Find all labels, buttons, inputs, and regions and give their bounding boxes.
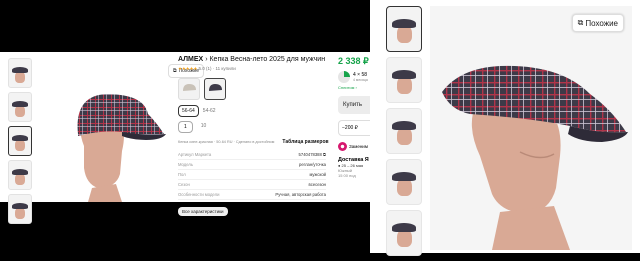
split-payment[interactable]: 4 × 58 4 месяца xyxy=(338,71,370,83)
spec-row: Сезон всесезон xyxy=(178,180,326,190)
spec-row: Особенности модели Ручная, авторская рабо… xyxy=(178,190,326,200)
quantity-option-1[interactable]: 1 xyxy=(178,121,193,133)
brand-link[interactable]: АЛМЕХ xyxy=(178,56,203,63)
color-swatches xyxy=(178,78,338,100)
size-table-link[interactable]: Таблица размеров xyxy=(282,139,328,145)
replace-icon xyxy=(338,142,347,151)
buy-column: 2 338 ₽ 4 × 58 4 месяца Сплитом › Купить… xyxy=(338,56,370,178)
split-pie-icon xyxy=(338,71,350,83)
price: 2 338 ₽ xyxy=(338,56,369,66)
color-swatch-2[interactable] xyxy=(204,78,226,100)
thumbnail-4[interactable] xyxy=(8,160,32,190)
gallery-thumbnail-2[interactable] xyxy=(386,57,422,103)
split-term: 4 месяца xyxy=(353,78,368,82)
gallery-thumbnail-strip xyxy=(386,6,422,261)
quantity-option-2[interactable]: 10 xyxy=(199,121,209,133)
variant-note: Кепка сине-красная · 50-64 RU · Сделано … xyxy=(178,140,275,144)
rating-text: 5.0 (1) · 11 купили xyxy=(198,66,236,71)
image-search-icon: ⧉ xyxy=(173,68,177,74)
spec-row: Пол мужской xyxy=(178,170,326,180)
thumbnail-5[interactable] xyxy=(8,194,32,224)
gallery-main-photo[interactable]: ⧉ Похожие xyxy=(430,6,632,250)
split-link[interactable]: Сплитом › xyxy=(338,85,370,90)
color-swatch-1[interactable] xyxy=(178,78,200,100)
star-icon: ★★★★★ xyxy=(178,66,198,71)
spec-row: Артикул Маркета 5740478388 ⧉ xyxy=(178,150,326,160)
thumbnail-3[interactable] xyxy=(8,126,32,156)
delivery-pickup: 15 00 под xyxy=(338,173,356,178)
main-product-photo[interactable]: ⧉ Похожие xyxy=(36,56,204,202)
replace-label: Заменим xyxy=(349,144,368,149)
product-title: АЛМЕХ › Кепка Весна-лето 2025 для мужчин xyxy=(178,56,338,63)
size-selector: 56-64 54-62 xyxy=(178,105,338,117)
image-search-icon: ⧉ xyxy=(577,18,584,27)
chevron-right-icon: › xyxy=(205,56,208,63)
quantity-selector: 1 10 xyxy=(178,121,338,133)
variant-note-row: Кепка сине-красная · 50-64 RU · Сделано … xyxy=(178,139,338,145)
product-info: АЛМЕХ › Кепка Весна-лето 2025 для мужчин… xyxy=(178,56,338,218)
thumbnail-1[interactable] xyxy=(8,58,32,88)
gallery-similar-button[interactable]: ⧉ Похожие xyxy=(571,14,624,32)
gallery-thumbnail-3[interactable] xyxy=(386,108,422,154)
gallery-thumbnail-5[interactable] xyxy=(386,210,422,256)
all-specs-button[interactable]: Все характеристики xyxy=(178,207,228,216)
product-name: Кепка Весна-лето 2025 для мужчин xyxy=(209,56,326,63)
gallery-thumbnail-1[interactable] xyxy=(386,6,422,52)
thumbnail-strip xyxy=(8,58,32,228)
thumbnail-2[interactable] xyxy=(8,92,32,122)
product-card: ⧉ Похожие АЛМЕХ › Кепка Весна-лето 2025 … xyxy=(0,52,370,224)
product-page-pane: ⧉ Похожие АЛМЕХ › Кепка Весна-лето 2025 … xyxy=(0,0,370,253)
article-copy[interactable]: 5740478388 ⧉ xyxy=(299,152,326,157)
spec-table: Артикул Маркета 5740478388 ⧉ Модель реглан… xyxy=(178,150,326,200)
spec-row: Модель реглан/уточка xyxy=(178,160,326,170)
rating-row[interactable]: ★★★★★ 5.0 (1) · 11 купили xyxy=(178,66,338,72)
discount-badge[interactable]: −200 ₽ xyxy=(338,120,370,136)
gallery-viewer: ⧉ Похожие xyxy=(370,0,640,256)
buy-button[interactable]: Купить xyxy=(338,96,370,114)
size-option-1[interactable]: 56-64 xyxy=(178,105,199,117)
gallery-thumbnail-4[interactable] xyxy=(386,159,422,205)
size-option-2[interactable]: 54-62 xyxy=(203,108,216,114)
replace-row[interactable]: Заменим xyxy=(338,142,370,151)
